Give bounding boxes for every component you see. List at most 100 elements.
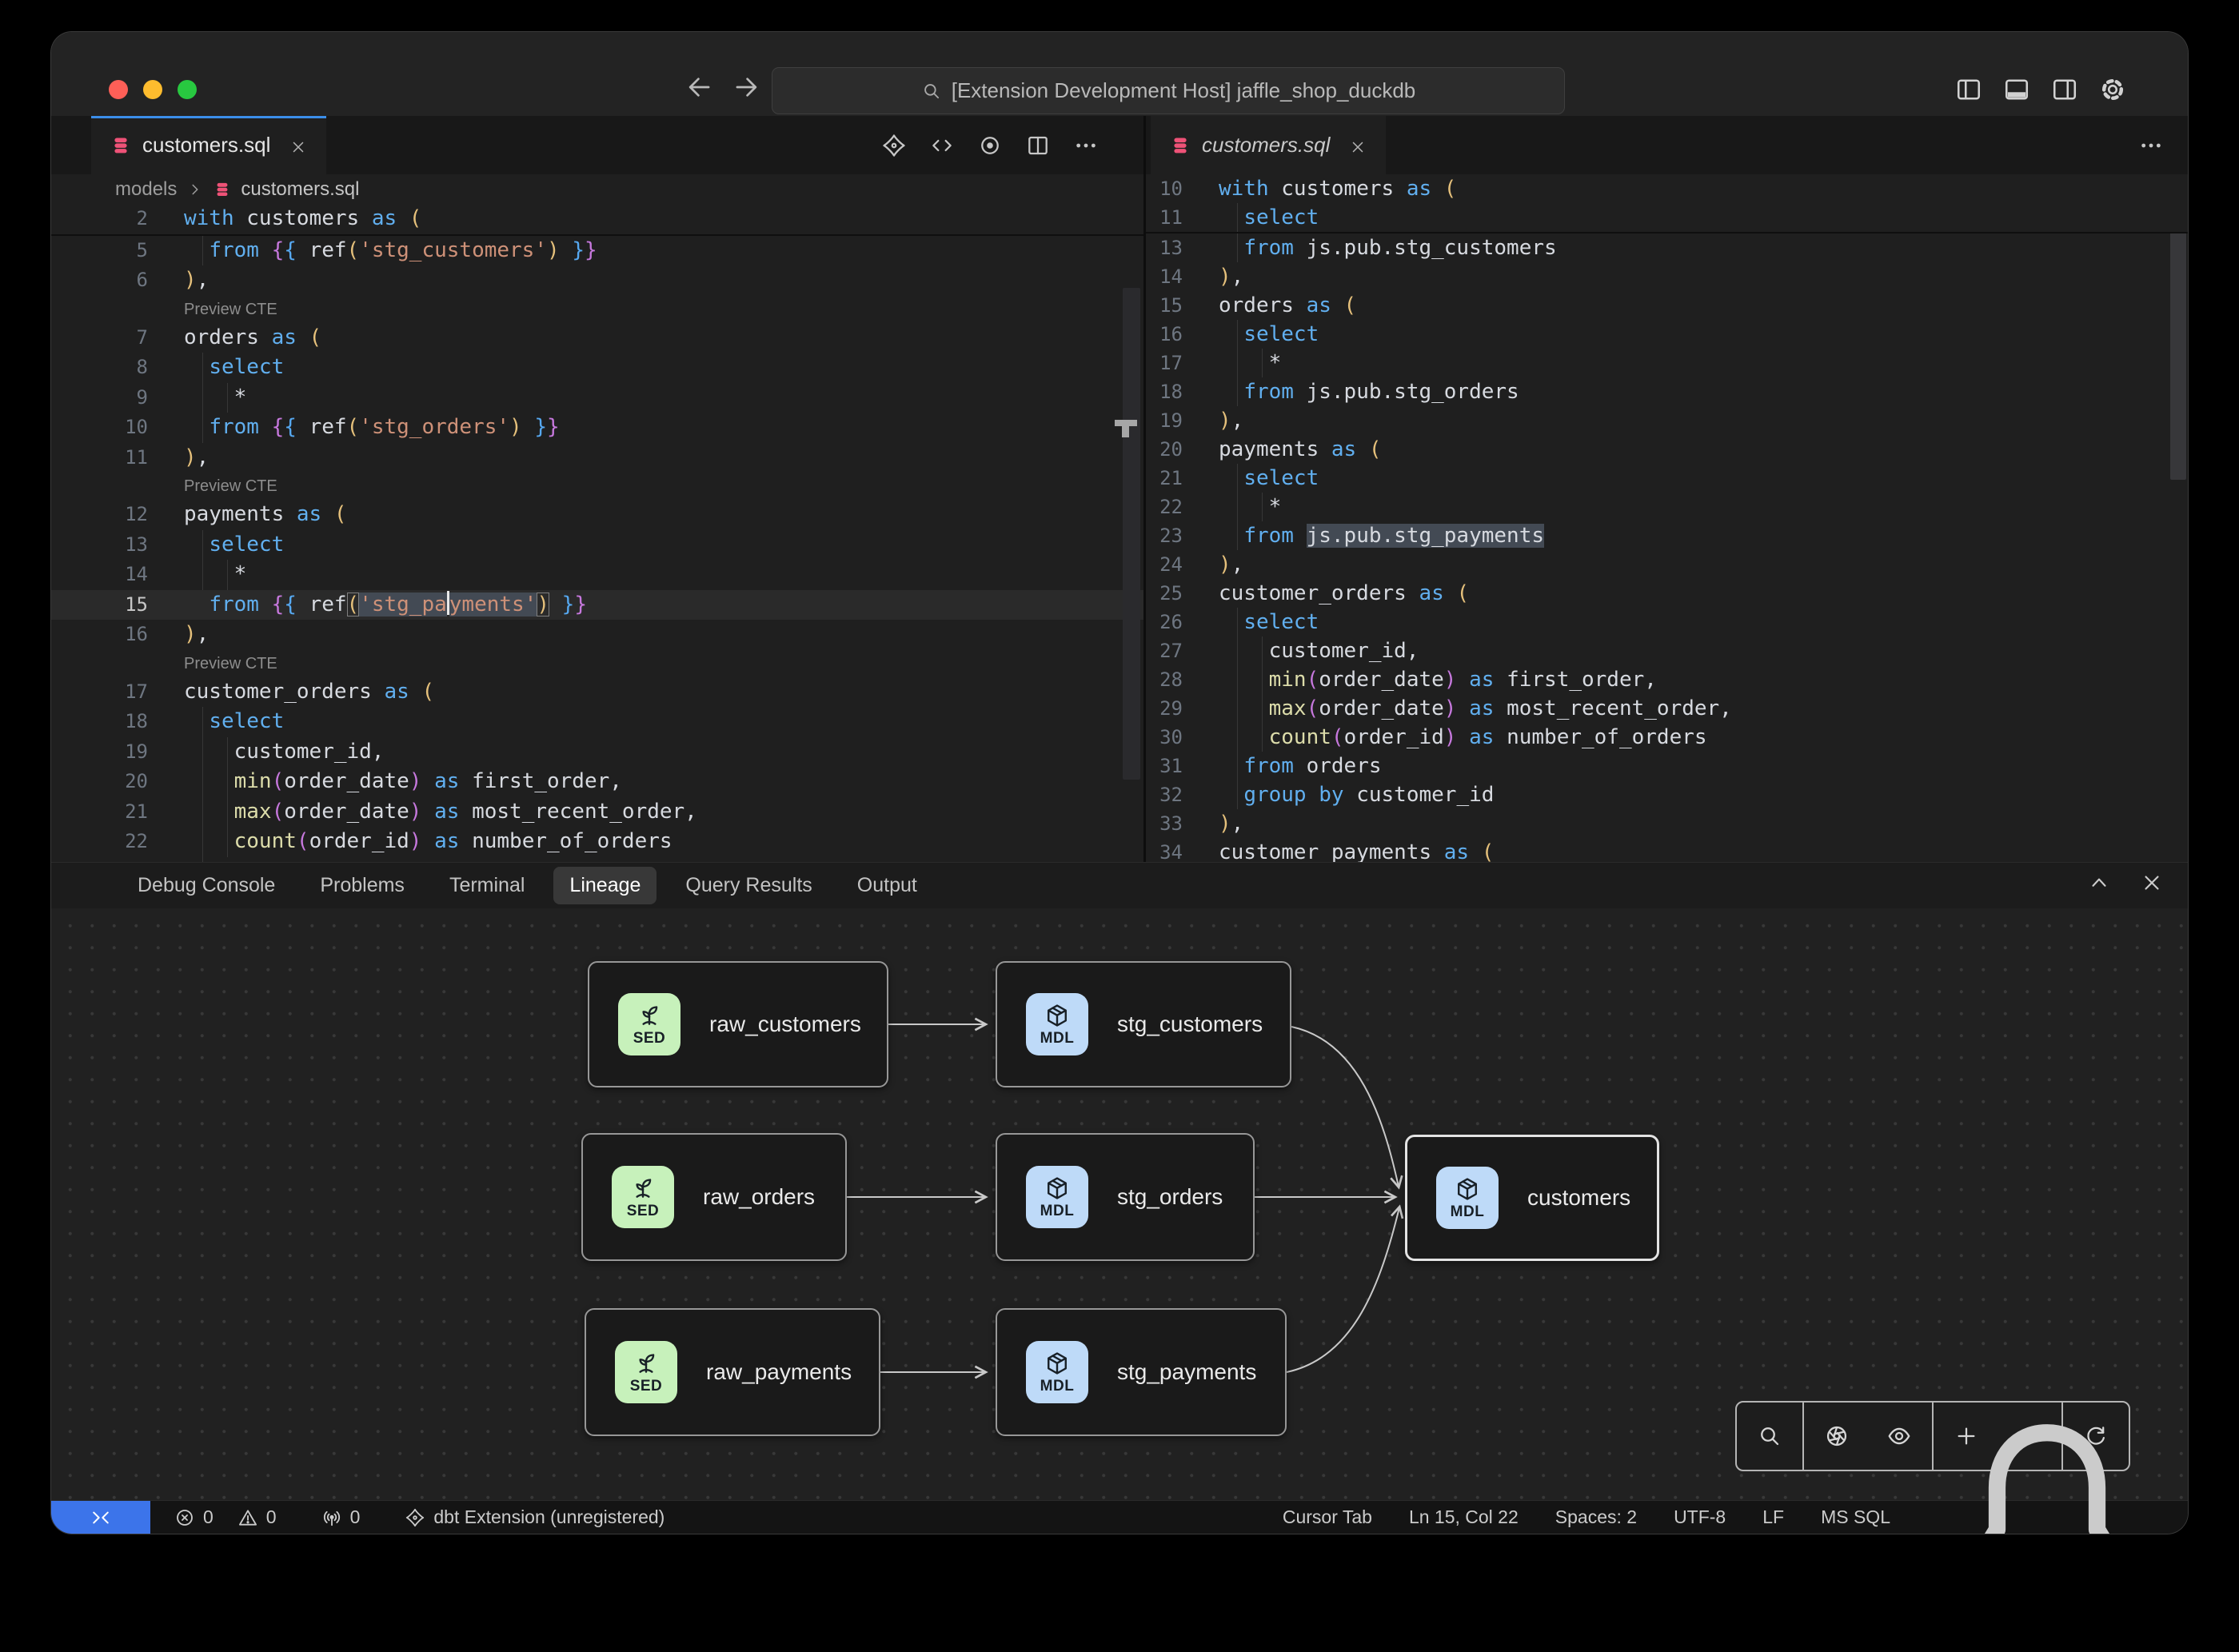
code-line[interactable]: 10with customers as ( xyxy=(1146,174,2188,203)
code-editor-right[interactable]: 13 from js.pub.stg_customers14),15orders… xyxy=(1146,233,2188,862)
code-line[interactable]: 18 from js.pub.stg_orders xyxy=(1146,377,2188,406)
panel-tab-output[interactable]: Output xyxy=(841,867,933,904)
status-item[interactable]: 0 xyxy=(237,1506,277,1528)
code-editor-left[interactable]: 5 from {{ ref('stg_customers') }}6),Prev… xyxy=(51,236,1143,863)
lineage-node-raw_orders[interactable]: SEDraw_orders xyxy=(581,1133,847,1261)
code-line[interactable]: 8 select xyxy=(51,353,1143,383)
bell-icon[interactable] xyxy=(1927,1398,2167,1534)
code-line[interactable]: 25customer_orders as ( xyxy=(1146,579,2188,608)
code-line[interactable]: 11 select xyxy=(1146,203,2188,232)
layout-sidebar-right-icon[interactable] xyxy=(2050,75,2079,104)
code-line[interactable]: 19), xyxy=(1146,406,2188,435)
status-item[interactable]: 0 xyxy=(321,1506,361,1528)
panel-tab-lineage[interactable]: Lineage xyxy=(553,867,657,904)
code-line[interactable]: 29 max(order_date) as most_recent_order, xyxy=(1146,694,2188,723)
status-item-ln-15-col-22[interactable]: Ln 15, Col 22 xyxy=(1409,1506,1519,1528)
code-line[interactable]: 7orders as ( xyxy=(51,323,1143,353)
codelens-preview-cte[interactable]: Preview CTE xyxy=(51,650,1143,677)
breadcrumb[interactable]: models customers.sql xyxy=(51,174,1143,204)
code-line[interactable]: 17customer_orders as ( xyxy=(51,677,1143,708)
lineage-node-stg_payments[interactable]: MDLstg_payments xyxy=(996,1308,1287,1436)
lineage-node-raw_payments[interactable]: SEDraw_payments xyxy=(585,1308,880,1436)
tab-customers-sql-left[interactable]: customers.sql xyxy=(91,116,326,174)
code-line[interactable]: 10 from {{ ref('stg_orders') }} xyxy=(51,413,1143,443)
remote-indicator[interactable] xyxy=(51,1501,150,1534)
code-line[interactable]: 17 * xyxy=(1146,349,2188,377)
code-line[interactable]: 14 * xyxy=(51,560,1143,590)
scrollbar-right-editor[interactable] xyxy=(2170,206,2186,480)
dbt-icon[interactable] xyxy=(881,133,907,158)
code-line[interactable]: 18 select xyxy=(51,707,1143,737)
breadcrumb-file[interactable]: customers.sql xyxy=(241,178,359,201)
code-line[interactable]: 28 min(order_date) as first_order, xyxy=(1146,665,2188,694)
command-center-search[interactable]: [Extension Development Host] jaffle_shop… xyxy=(772,67,1565,114)
code-line[interactable]: 12payments as ( xyxy=(51,500,1143,530)
code-line[interactable]: 13 select xyxy=(51,530,1143,561)
lineage-node-stg_orders[interactable]: MDLstg_orders xyxy=(996,1133,1255,1261)
code-line[interactable]: 9 * xyxy=(51,383,1143,413)
code-icon[interactable] xyxy=(929,133,955,158)
close-icon[interactable] xyxy=(289,137,307,154)
status-item-spaces-2[interactable]: Spaces: 2 xyxy=(1555,1506,1637,1528)
codelens-preview-cte[interactable]: Preview CTE xyxy=(51,473,1143,500)
status-item[interactable]: dbt Extension (unregistered) xyxy=(405,1506,665,1528)
code-line[interactable]: 16 select xyxy=(1146,320,2188,349)
code-line[interactable]: 19 customer_id, xyxy=(51,737,1143,768)
scrollbar-left-editor[interactable] xyxy=(1123,288,1140,780)
lineage-node-raw_customers[interactable]: SEDraw_customers xyxy=(588,961,888,1087)
code-line[interactable]: 21 select xyxy=(1146,464,2188,493)
status-item-utf-8[interactable]: UTF-8 xyxy=(1674,1506,1726,1528)
code-line[interactable]: 2with customers as ( xyxy=(51,204,1143,234)
code-line[interactable]: 27 customer_id, xyxy=(1146,636,2188,665)
code-line[interactable]: 22 count(order_id) as number_of_orders xyxy=(51,827,1143,857)
panel-tab-problems[interactable]: Problems xyxy=(304,867,421,904)
code-line[interactable]: 33), xyxy=(1146,809,2188,838)
code-line[interactable]: 11), xyxy=(51,443,1143,473)
settings-gear-icon[interactable] xyxy=(2098,75,2127,104)
code-line[interactable]: 15 from {{ ref('stg_payments') }} xyxy=(51,590,1143,620)
close-icon[interactable] xyxy=(2140,871,2164,895)
forward-arrow-icon[interactable] xyxy=(731,72,761,102)
code-line[interactable]: 32 group by customer_id xyxy=(1146,780,2188,809)
close-icon[interactable] xyxy=(1349,137,1367,154)
code-line[interactable]: 24), xyxy=(1146,550,2188,579)
codelens-preview-cte[interactable]: Preview CTE xyxy=(51,296,1143,323)
layout-sidebar-left-icon[interactable] xyxy=(1954,75,1983,104)
status-item-cursor-tab[interactable]: Cursor Tab xyxy=(1283,1506,1372,1528)
more-actions-icon[interactable] xyxy=(2138,133,2164,158)
lineage-node-customers[interactable]: MDLcustomers xyxy=(1405,1135,1659,1261)
more-actions-icon[interactable] xyxy=(1073,133,1099,158)
code-line[interactable]: 23 from js.pub.stg_payments xyxy=(1146,521,2188,550)
tab-customers-sql-right[interactable]: customers.sql xyxy=(1151,116,1386,174)
split-editor-icon[interactable] xyxy=(1025,133,1051,158)
status-item[interactable]: 0 xyxy=(174,1506,214,1528)
code-line[interactable]: 30 count(order_id) as number_of_orders xyxy=(1146,723,2188,752)
back-arrow-icon[interactable] xyxy=(684,72,715,102)
breadcrumb-folder[interactable]: models xyxy=(115,178,177,201)
status-item-ms-sql[interactable]: MS SQL xyxy=(1821,1506,1890,1528)
panel-tab-terminal[interactable]: Terminal xyxy=(433,867,541,904)
preview-icon[interactable] xyxy=(977,133,1003,158)
code-line[interactable]: 34customer_payments as ( xyxy=(1146,838,2188,862)
panel-tab-query-results[interactable]: Query Results xyxy=(669,867,828,904)
minimize-window-button[interactable] xyxy=(143,80,162,99)
code-line[interactable]: 22 * xyxy=(1146,493,2188,521)
maximize-window-button[interactable] xyxy=(178,80,197,99)
code-line[interactable]: 16), xyxy=(51,620,1143,650)
layout-panel-icon[interactable] xyxy=(2002,75,2031,104)
panel-tab-debug-console[interactable]: Debug Console xyxy=(122,867,291,904)
code-line[interactable]: 26 select xyxy=(1146,608,2188,636)
code-line[interactable]: 13 from js.pub.stg_customers xyxy=(1146,233,2188,262)
code-line[interactable]: 20 min(order_date) as first_order, xyxy=(51,767,1143,797)
code-line[interactable]: 20payments as ( xyxy=(1146,435,2188,464)
code-line[interactable]: 14), xyxy=(1146,262,2188,291)
status-item-lf[interactable]: LF xyxy=(1762,1506,1784,1528)
code-line[interactable]: 6), xyxy=(51,265,1143,296)
close-window-button[interactable] xyxy=(109,80,128,99)
lineage-node-stg_customers[interactable]: MDLstg_customers xyxy=(996,961,1291,1087)
code-line[interactable]: 21 max(order_date) as most_recent_order, xyxy=(51,797,1143,828)
code-line[interactable]: 5 from {{ ref('stg_customers') }} xyxy=(51,236,1143,266)
code-line[interactable]: 31 from orders xyxy=(1146,752,2188,780)
chevron-up-icon[interactable] xyxy=(2087,871,2111,895)
code-line[interactable]: 15orders as ( xyxy=(1146,291,2188,320)
